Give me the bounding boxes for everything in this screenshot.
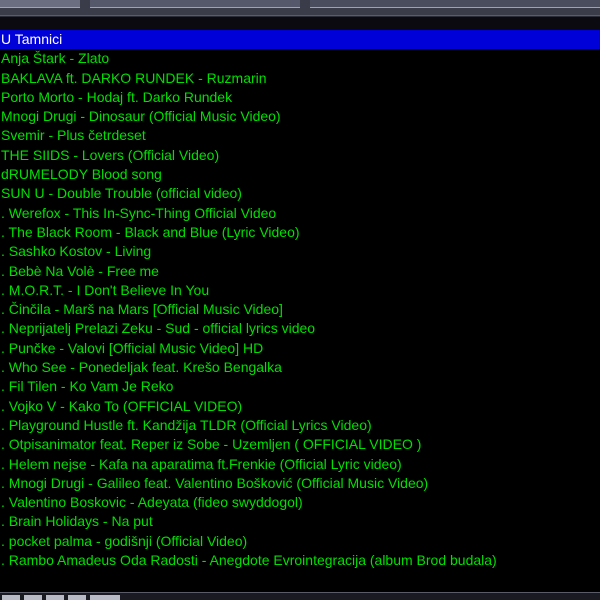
playlist-item[interactable]: . Who See - Ponedeljak feat. Krešo Benga…: [0, 358, 600, 377]
playlist-item[interactable]: THE SIIDS - Lovers (Official Video): [0, 146, 600, 165]
playlist-item[interactable]: . M.O.R.T. - I Don't Believe In You: [0, 281, 600, 300]
playlist-item[interactable]: . Brain Holidays - Na put: [0, 512, 600, 531]
top-frame-segment: [0, 0, 80, 8]
playlist-item[interactable]: . Werefox - This In-Sync-Thing Official …: [0, 204, 600, 223]
playlist-item[interactable]: . Mnogi Drugi - Galileo feat. Valentino …: [0, 474, 600, 493]
remove-button[interactable]: [24, 595, 42, 600]
playlist-item[interactable]: . Rambo Amadeus Oda Radosti - Anegdote E…: [0, 551, 600, 570]
playlist-item[interactable]: SUN U - Double Trouble (official video): [0, 184, 600, 203]
playlist-item[interactable]: . Činčila - Marš na Mars [Official Music…: [0, 300, 600, 319]
playlist-item[interactable]: . The Black Room - Black and Blue (Lyric…: [0, 223, 600, 242]
playlist-item[interactable]: . pocket palma - godišnji (Official Vide…: [0, 532, 600, 551]
playlist-item[interactable]: . Otpisanimator feat. Reper iz Sobe - Uz…: [0, 435, 600, 454]
top-frame-segment: [90, 0, 300, 8]
select-button[interactable]: [46, 595, 64, 600]
top-frame-segment: [310, 0, 600, 8]
playlist-item[interactable]: . Bebè Na Volè - Free me: [0, 262, 600, 281]
playlist-item[interactable]: Porto Morto - Hodaj ft. Darko Rundek: [0, 88, 600, 107]
playlist-item[interactable]: Svemir - Plus četrdeset: [0, 126, 600, 145]
playlist-item[interactable]: Anja Štark - Zlato: [0, 49, 600, 68]
playlist-item[interactable]: dRUMELODY Blood song: [0, 165, 600, 184]
window-top-frame: [0, 0, 600, 16]
playlist-item[interactable]: . Neprijatelj Prelazi Zeku - Sud - offic…: [0, 319, 600, 338]
playlist-item[interactable]: . Valentino Boskovic - Adeyata (fideo sw…: [0, 493, 600, 512]
playlist-item[interactable]: . Vojko V - Kako To (OFFICIAL VIDEO): [0, 397, 600, 416]
playlist-bottom-bar: [0, 592, 600, 600]
playlist[interactable]: U Tamnici Anja Štark - Zlato BAKLAVA ft. D…: [0, 30, 600, 578]
playlist-item[interactable]: . Punčke - Valovi [Official Music Video]…: [0, 339, 600, 358]
misc-button[interactable]: [68, 595, 86, 600]
playlist-item[interactable]: . Fil Tilen - Ko Vam Je Reko: [0, 377, 600, 396]
playlist-item[interactable]: . Helem nejse - Kafa na aparatima ft.Fre…: [0, 455, 600, 474]
list-button[interactable]: [90, 595, 120, 600]
playlist-item[interactable]: Mnogi Drugi - Dinosaur (Official Music V…: [0, 107, 600, 126]
playlist-item[interactable]: BAKLAVA ft. DARKO RUNDEK - Ruzmarin: [0, 69, 600, 88]
playlist-item[interactable]: . Sashko Kostov - Living: [0, 242, 600, 261]
playlist-header-gap: [0, 16, 600, 31]
playlist-item-selected[interactable]: U Tamnici: [0, 30, 600, 50]
add-button[interactable]: [2, 595, 20, 600]
playlist-item[interactable]: . Playground Hustle ft. Kandžija TLDR (O…: [0, 416, 600, 435]
